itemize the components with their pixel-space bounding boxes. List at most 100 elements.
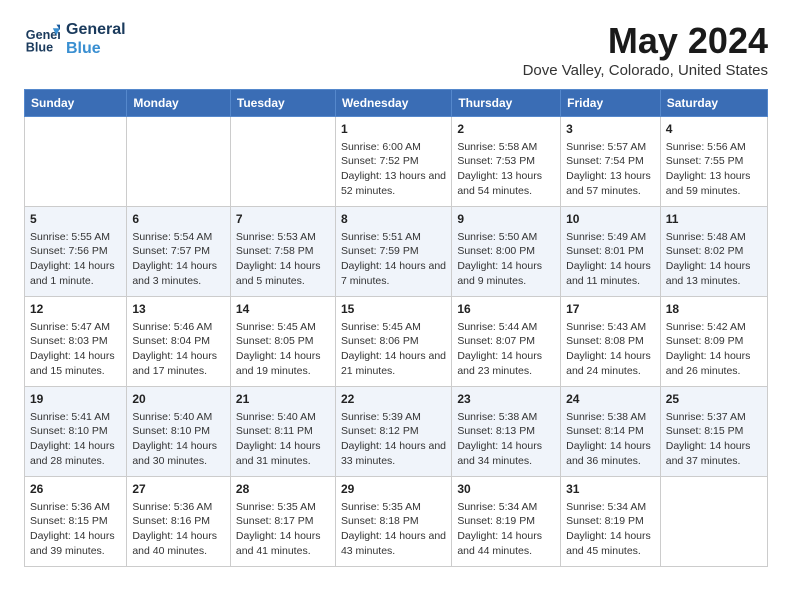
day-cell: 30Sunrise: 5:34 AMSunset: 8:19 PMDayligh… [452,477,561,567]
day-info: Sunrise: 5:35 AMSunset: 8:17 PMDaylight:… [236,500,330,559]
day-cell: 31 Sunrise: 5:34 AMSunset: 8:19 PMDayligh… [561,477,661,567]
header-day-saturday: Saturday [660,90,767,117]
day-info: Sunrise: 6:00 AMSunset: 7:52 PMDaylight:… [341,140,446,199]
logo: General Blue General Blue [24,20,126,58]
day-cell: 11 Sunrise: 5:48 AMSunset: 8:02 PMDayligh… [660,207,767,297]
day-cell: 16Sunrise: 5:44 AMSunset: 8:07 PMDayligh… [452,297,561,387]
svg-text:Blue: Blue [26,41,53,55]
day-cell: 24Sunrise: 5:38 AMSunset: 8:14 PMDayligh… [561,387,661,477]
day-cell: 28 Sunrise: 5:35 AMSunset: 8:17 PMDayligh… [230,477,335,567]
day-info: Sunrise: 5:34 AMSunset: 8:19 PMDaylight:… [566,500,655,559]
day-cell: 5 Sunrise: 5:55 AMSunset: 7:56 PMDaylight… [25,207,127,297]
day-cell: 20 Sunrise: 5:40 AMSunset: 8:10 PMDayligh… [127,387,231,477]
day-info: Sunrise: 5:55 AMSunset: 7:56 PMDaylight:… [30,230,121,289]
header: General Blue General Blue May 2024 Dove … [24,20,768,79]
day-number: 31 [566,481,655,498]
day-number: 9 [457,211,555,228]
day-info: Sunrise: 5:53 AMSunset: 7:58 PMDaylight:… [236,230,330,289]
day-info: Sunrise: 5:36 AMSunset: 8:16 PMDaylight:… [132,500,225,559]
header-day-wednesday: Wednesday [335,90,451,117]
day-number: 8 [341,211,446,228]
day-cell: 9 Sunrise: 5:50 AMSunset: 8:00 PMDaylight… [452,207,561,297]
day-cell: 6 Sunrise: 5:54 AMSunset: 7:57 PMDaylight… [127,207,231,297]
day-number: 19 [30,391,121,408]
day-cell: 14Sunrise: 5:45 AMSunset: 8:05 PMDayligh… [230,297,335,387]
day-number: 14 [236,301,330,318]
page-container: General Blue General Blue May 2024 Dove … [24,20,768,567]
day-info: Sunrise: 5:54 AMSunset: 7:57 PMDaylight:… [132,230,225,289]
day-cell: 26 Sunrise: 5:36 AMSunset: 8:15 PMDayligh… [25,477,127,567]
day-cell: 29 Sunrise: 5:35 AMSunset: 8:18 PMDayligh… [335,477,451,567]
day-info: Sunrise: 5:36 AMSunset: 8:15 PMDaylight:… [30,500,121,559]
day-cell [127,117,231,207]
header-day-thursday: Thursday [452,90,561,117]
day-info: Sunrise: 5:34 AMSunset: 8:19 PMDaylight:… [457,500,555,559]
header-day-tuesday: Tuesday [230,90,335,117]
day-number: 22 [341,391,446,408]
day-number: 20 [132,391,225,408]
day-number: 6 [132,211,225,228]
day-number: 7 [236,211,330,228]
day-info: Sunrise: 5:57 AMSunset: 7:54 PMDaylight:… [566,140,655,199]
logo-line1: General [66,20,126,39]
day-info: Sunrise: 5:40 AMSunset: 8:11 PMDaylight:… [236,410,330,469]
day-cell: 13Sunrise: 5:46 AMSunset: 8:04 PMDayligh… [127,297,231,387]
day-number: 29 [341,481,446,498]
day-number: 27 [132,481,225,498]
calendar-table: SundayMondayTuesdayWednesdayThursdayFrid… [24,89,768,567]
day-info: Sunrise: 5:48 AMSunset: 8:02 PMDaylight:… [666,230,762,289]
day-cell: 23 Sunrise: 5:38 AMSunset: 8:13 PMDayligh… [452,387,561,477]
day-info: Sunrise: 5:38 AMSunset: 8:13 PMDaylight:… [457,410,555,469]
day-cell: 15 Sunrise: 5:45 AMSunset: 8:06 PMDayligh… [335,297,451,387]
day-number: 2 [457,121,555,138]
day-number: 23 [457,391,555,408]
day-number: 26 [30,481,121,498]
day-number: 28 [236,481,330,498]
day-info: Sunrise: 5:49 AMSunset: 8:01 PMDaylight:… [566,230,655,289]
day-number: 21 [236,391,330,408]
day-cell: 2 Sunrise: 5:58 AMSunset: 7:53 PMDaylight… [452,117,561,207]
day-cell: 3Sunrise: 5:57 AMSunset: 7:54 PMDaylight… [561,117,661,207]
day-cell: 8Sunrise: 5:51 AMSunset: 7:59 PMDaylight… [335,207,451,297]
week-row-2: 5 Sunrise: 5:55 AMSunset: 7:56 PMDaylight… [25,207,768,297]
day-info: Sunrise: 5:37 AMSunset: 8:15 PMDaylight:… [666,410,762,469]
header-day-monday: Monday [127,90,231,117]
logo-line2: Blue [66,39,126,58]
day-cell: 4Sunrise: 5:56 AMSunset: 7:55 PMDaylight… [660,117,767,207]
day-info: Sunrise: 5:58 AMSunset: 7:53 PMDaylight:… [457,140,555,199]
day-cell: 22 Sunrise: 5:39 AMSunset: 8:12 PMDayligh… [335,387,451,477]
day-cell: 1 Sunrise: 6:00 AMSunset: 7:52 PMDaylight… [335,117,451,207]
day-cell: 7 Sunrise: 5:53 AMSunset: 7:58 PMDaylight… [230,207,335,297]
day-info: Sunrise: 5:45 AMSunset: 8:06 PMDaylight:… [341,320,446,379]
day-cell: 19Sunrise: 5:41 AMSunset: 8:10 PMDayligh… [25,387,127,477]
day-number: 16 [457,301,555,318]
day-cell [25,117,127,207]
day-number: 24 [566,391,655,408]
title-area: May 2024 Dove Valley, Colorado, United S… [523,20,768,79]
logo-icon: General Blue [24,21,60,57]
day-info: Sunrise: 5:35 AMSunset: 8:18 PMDaylight:… [341,500,446,559]
day-cell: 18Sunrise: 5:42 AMSunset: 8:09 PMDayligh… [660,297,767,387]
day-info: Sunrise: 5:56 AMSunset: 7:55 PMDaylight:… [666,140,762,199]
header-row: SundayMondayTuesdayWednesdayThursdayFrid… [25,90,768,117]
week-row-5: 26 Sunrise: 5:36 AMSunset: 8:15 PMDayligh… [25,477,768,567]
main-title: May 2024 [523,20,768,62]
week-row-3: 12 Sunrise: 5:47 AMSunset: 8:03 PMDayligh… [25,297,768,387]
day-number: 12 [30,301,121,318]
day-number: 11 [666,211,762,228]
day-number: 5 [30,211,121,228]
day-info: Sunrise: 5:47 AMSunset: 8:03 PMDaylight:… [30,320,121,379]
day-cell: 10Sunrise: 5:49 AMSunset: 8:01 PMDayligh… [561,207,661,297]
day-number: 17 [566,301,655,318]
day-info: Sunrise: 5:50 AMSunset: 8:00 PMDaylight:… [457,230,555,289]
day-info: Sunrise: 5:43 AMSunset: 8:08 PMDaylight:… [566,320,655,379]
day-number: 25 [666,391,762,408]
day-info: Sunrise: 5:42 AMSunset: 8:09 PMDaylight:… [666,320,762,379]
day-info: Sunrise: 5:40 AMSunset: 8:10 PMDaylight:… [132,410,225,469]
day-number: 15 [341,301,446,318]
week-row-1: 1 Sunrise: 6:00 AMSunset: 7:52 PMDaylight… [25,117,768,207]
day-cell: 17 Sunrise: 5:43 AMSunset: 8:08 PMDayligh… [561,297,661,387]
day-cell [230,117,335,207]
day-info: Sunrise: 5:39 AMSunset: 8:12 PMDaylight:… [341,410,446,469]
day-number: 1 [341,121,446,138]
